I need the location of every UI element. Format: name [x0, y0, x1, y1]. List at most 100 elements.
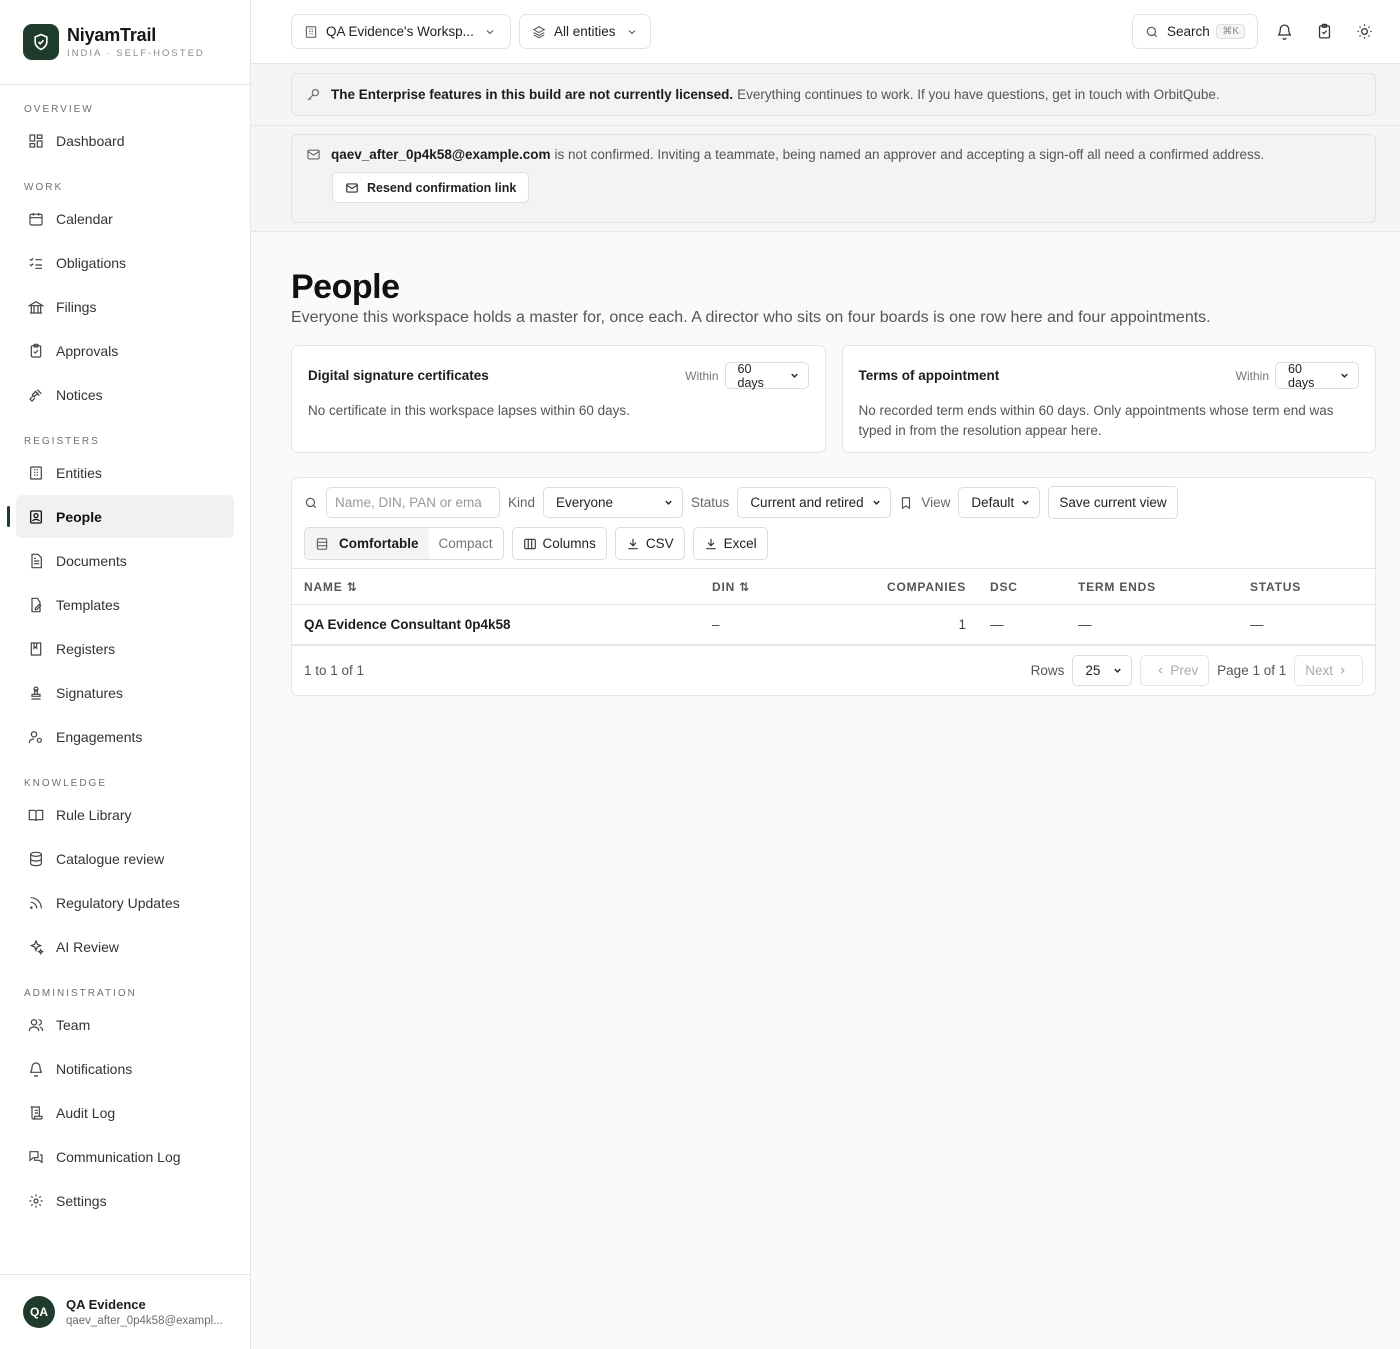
grid-icon — [27, 132, 45, 150]
sidebar-item-label: Obligations — [56, 254, 127, 271]
status-label: Status — [691, 495, 730, 510]
status-select[interactable]: Current and retired — [737, 487, 892, 518]
sidebar-item-dashboard[interactable]: Dashboard — [16, 119, 234, 162]
density-toggle: Comfortable Compact — [304, 527, 504, 560]
sidebar-item-settings[interactable]: Settings — [16, 1179, 234, 1222]
result-summary: 1 to 1 of 1 — [304, 663, 365, 678]
sidebar-item-catalogue-review[interactable]: Catalogue review — [16, 837, 234, 880]
resend-confirmation-button[interactable]: Resend confirmation link — [332, 172, 530, 203]
sun-icon — [1356, 24, 1372, 39]
view-select[interactable]: Default — [958, 487, 1041, 518]
mail-icon — [345, 181, 359, 195]
sidebar-item-calendar[interactable]: Calendar — [16, 197, 234, 240]
expiry-cards: Digital signature certificates Within 60… — [291, 345, 1376, 453]
users-cog-icon — [27, 728, 45, 746]
search-shortcut: ⌘K — [1216, 24, 1245, 39]
card-title: Digital signature certificates — [308, 368, 489, 383]
sidebar-item-label: Templates — [56, 596, 120, 613]
table-header-row: NAME ⇅ DIN ⇅ COMPANIES DSC TERM ENDS STA… — [292, 568, 1375, 605]
next-label: Next — [1305, 663, 1333, 678]
density-compact-button[interactable]: Compact — [429, 528, 503, 559]
next-page-button[interactable]: Next — [1294, 655, 1363, 686]
sidebar-item-people[interactable]: People — [7, 495, 234, 538]
entity-switcher[interactable]: All entities — [519, 14, 651, 49]
tasks-button[interactable] — [1310, 18, 1338, 46]
columns-label: Columns — [542, 536, 596, 551]
select-value: Default — [971, 495, 1015, 510]
excel-export-button[interactable]: Excel — [692, 527, 768, 560]
sidebar-item-label: Communication Log — [56, 1148, 181, 1165]
file-text-icon — [27, 552, 45, 570]
brand[interactable]: NiyamTrail INDIA · SELF-HOSTED — [0, 0, 250, 85]
scroll-icon — [27, 1104, 45, 1122]
database-icon — [27, 850, 45, 868]
sidebar-item-engagements[interactable]: Engagements — [16, 715, 234, 758]
sidebar-item-audit-log[interactable]: Audit Log — [16, 1091, 234, 1134]
notifications-button[interactable] — [1270, 18, 1298, 46]
sidebar-item-approvals[interactable]: Approvals — [16, 329, 234, 372]
cell-name[interactable]: QA Evidence Consultant 0p4k58 — [292, 604, 700, 645]
bell-icon — [1277, 24, 1291, 40]
kind-label: Kind — [508, 495, 536, 510]
view-label: View — [921, 495, 951, 510]
terms-within-select[interactable]: 60 days — [1275, 362, 1359, 390]
chevron-down-icon — [1112, 665, 1123, 676]
people-search-input[interactable]: Name, DIN, PAN or ema — [326, 487, 500, 518]
rows-icon — [315, 537, 329, 551]
sidebar-item-regulatory-updates[interactable]: Regulatory Updates — [16, 881, 234, 924]
columns-button[interactable]: Columns — [511, 527, 607, 560]
dsc-within-select[interactable]: 60 days — [724, 361, 809, 390]
prev-page-button[interactable]: Prev — [1140, 655, 1210, 686]
theme-toggle[interactable] — [1350, 18, 1378, 46]
stamp-icon — [27, 684, 45, 702]
sidebar-item-registers[interactable]: Registers — [16, 627, 234, 670]
sidebar-item-label: Dashboard — [56, 132, 125, 149]
user-profile[interactable]: QA QA Evidence qaev_after_0p4k58@exampl.… — [0, 1274, 250, 1349]
select-value: 60 days — [737, 361, 764, 390]
csv-export-button[interactable]: CSV — [614, 527, 685, 560]
sidebar-item-notices[interactable]: Notices — [16, 373, 234, 416]
clipboard-check-icon — [1318, 23, 1330, 39]
rows-per-page-select[interactable]: 25 — [1072, 655, 1133, 686]
page-content: People Everyone this workspace holds a m… — [251, 232, 1400, 696]
sidebar-item-signatures[interactable]: Signatures — [16, 671, 234, 714]
column-header-name[interactable]: NAME ⇅ — [292, 568, 700, 605]
sidebar-item-rule-library[interactable]: Rule Library — [16, 793, 234, 836]
chevron-down-icon — [626, 26, 638, 38]
sidebar-item-notifications[interactable]: Notifications — [16, 1047, 234, 1090]
sidebar-item-communication-log[interactable]: Communication Log — [16, 1135, 234, 1178]
excel-label: Excel — [723, 536, 757, 551]
search-button[interactable]: Search ⌘K — [1132, 14, 1258, 49]
sidebar-item-label: Settings — [56, 1192, 107, 1209]
sidebar-item-label: Audit Log — [56, 1104, 116, 1121]
sidebar-item-documents[interactable]: Documents — [16, 539, 234, 582]
csv-label: CSV — [645, 536, 674, 551]
sidebar-item-label: Documents — [56, 552, 127, 569]
shield-logo-icon — [23, 24, 59, 60]
people-table-card: Name, DIN, PAN or ema Kind Everyone Stat… — [291, 477, 1376, 696]
select-value: Current and retired — [750, 495, 864, 510]
save-view-button[interactable]: Save current view — [1048, 486, 1178, 519]
resend-label: Resend confirmation link — [367, 180, 517, 195]
sidebar-item-team[interactable]: Team — [16, 1003, 234, 1046]
sidebar-item-templates[interactable]: Templates — [16, 583, 234, 626]
sidebar-item-obligations[interactable]: Obligations — [16, 241, 234, 284]
chevron-down-icon — [663, 497, 674, 508]
chevron-down-icon — [789, 370, 800, 381]
kind-select[interactable]: Everyone — [543, 487, 684, 518]
column-header-din[interactable]: DIN ⇅ — [700, 568, 860, 605]
cell-companies: 1 — [860, 604, 978, 645]
page-indicator: Page 1 of 1 — [1217, 663, 1287, 678]
workspace-switcher[interactable]: QA Evidence's Worksp... — [291, 14, 511, 49]
sidebar-item-ai-review[interactable]: AI Review — [16, 925, 234, 968]
select-value: 25 — [1085, 663, 1101, 678]
sidebar-item-entities[interactable]: Entities — [16, 451, 234, 494]
column-header-companies: COMPANIES — [860, 568, 978, 605]
sidebar-item-filings[interactable]: Filings — [16, 285, 234, 328]
density-comfortable-button[interactable]: Comfortable — [305, 528, 429, 559]
table-row[interactable]: QA Evidence Consultant 0p4k58 – 1 — — — — [292, 604, 1375, 645]
gavel-icon — [27, 386, 45, 404]
columns-icon — [523, 537, 537, 551]
sort-icon: ⇅ — [739, 579, 751, 594]
page-subtitle: Everyone this workspace holds a master f… — [291, 309, 1211, 326]
